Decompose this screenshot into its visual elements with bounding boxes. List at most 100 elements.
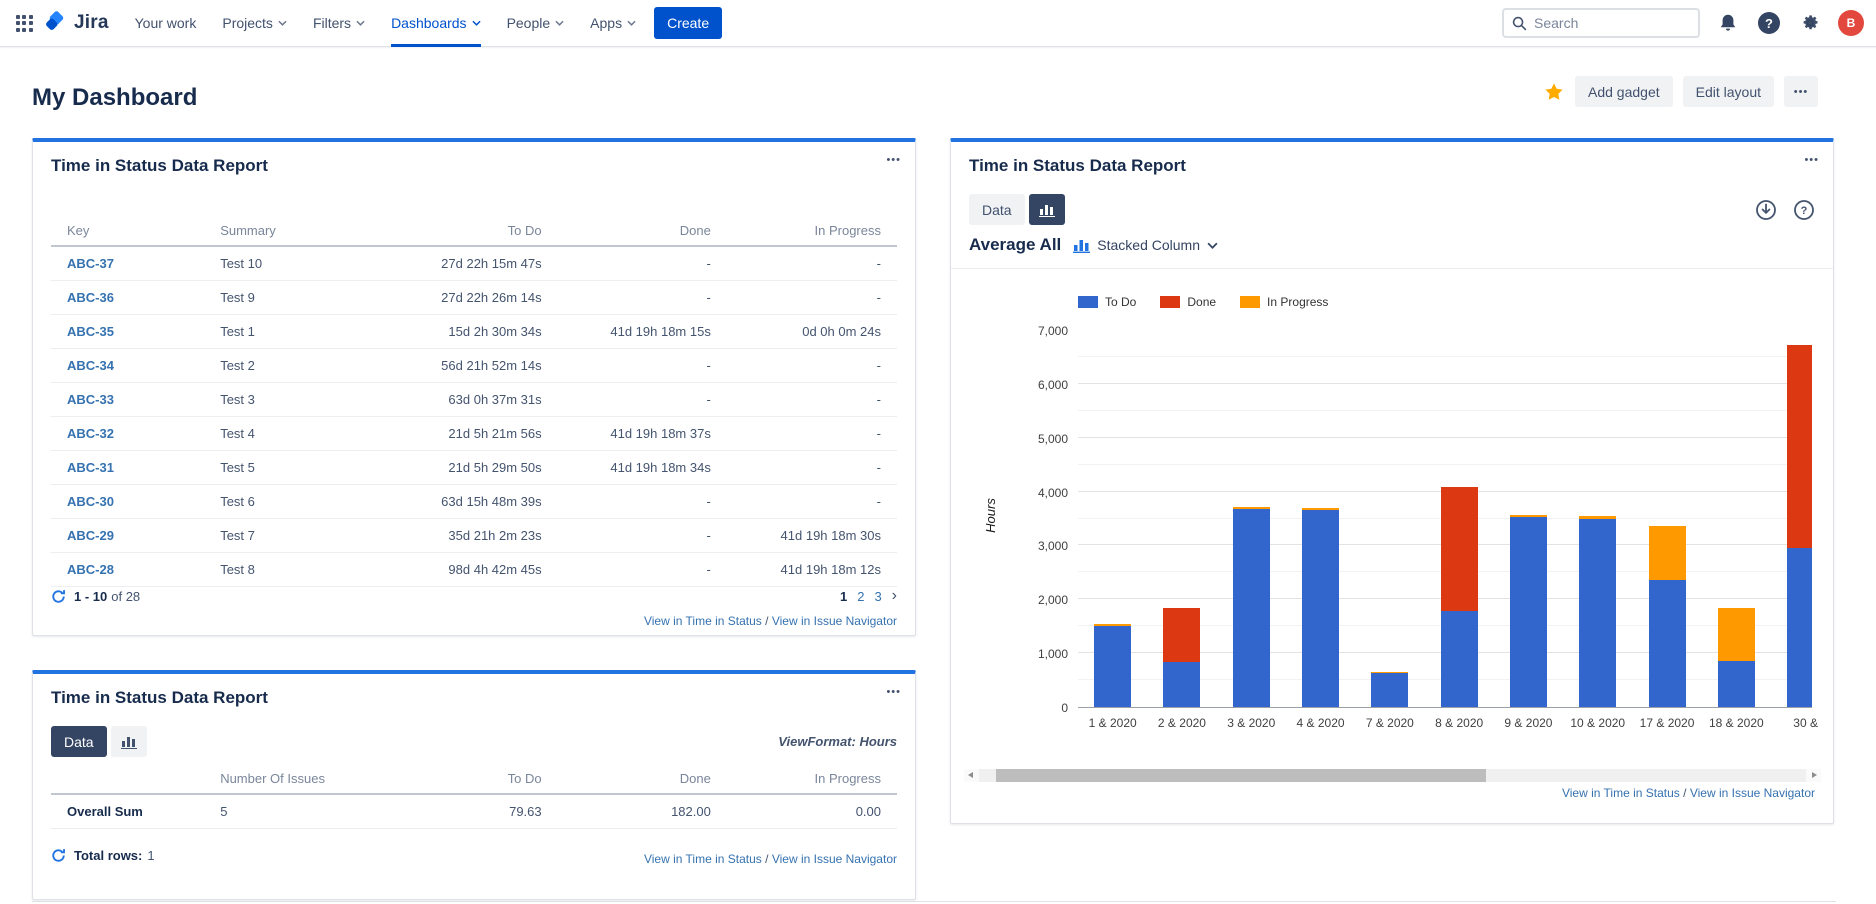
scroll-left-arrow[interactable] <box>964 769 979 782</box>
refresh-button[interactable] <box>51 848 66 863</box>
issue-key-link[interactable]: ABC-34 <box>51 349 220 383</box>
footer-link[interactable]: View in Issue Navigator <box>1690 786 1815 800</box>
gadget-more-button[interactable]: ••• <box>1804 154 1819 166</box>
download-button[interactable] <box>1755 199 1777 221</box>
scrollbar-thumb[interactable] <box>996 769 1486 782</box>
bar-segment-in-progress[interactable] <box>1371 672 1408 673</box>
bar-segment-to-do[interactable] <box>1302 510 1339 707</box>
footer-link[interactable]: View in Issue Navigator <box>772 852 897 866</box>
bar-segment-to-do[interactable] <box>1163 662 1200 707</box>
table-cell: 41d 19h 18m 30s <box>711 519 897 553</box>
refresh-button[interactable] <box>51 589 66 604</box>
table-cell: Test 4 <box>220 417 389 451</box>
nav-item-filters[interactable]: Filters <box>313 0 365 47</box>
table-cell: Test 2 <box>220 349 389 383</box>
table-cell: - <box>711 349 897 383</box>
column-header-key: Key <box>51 218 220 246</box>
issue-key-link[interactable]: ABC-30 <box>51 485 220 519</box>
help-button[interactable]: ? <box>1793 199 1815 221</box>
next-page-button[interactable]: › <box>892 588 897 604</box>
gear-icon <box>1800 13 1820 33</box>
svg-text:?: ? <box>1801 205 1808 217</box>
bar-segment-in-progress[interactable] <box>1649 526 1686 580</box>
table-row: ABC-37Test 1027d 22h 15m 47s-- <box>51 246 897 281</box>
tab-data[interactable]: Data <box>51 726 107 757</box>
issue-key-link[interactable]: ABC-37 <box>51 246 220 281</box>
nav-item-people[interactable]: People <box>507 0 565 47</box>
edit-layout-button[interactable]: Edit layout <box>1683 76 1774 107</box>
link-separator: / <box>1680 786 1690 800</box>
nav-item-apps[interactable]: Apps <box>590 0 636 47</box>
chart-type-dropdown[interactable]: Stacked Column <box>1073 237 1218 253</box>
issue-key-link[interactable]: ABC-35 <box>51 315 220 349</box>
gridline <box>1078 356 1812 357</box>
bar-segment-to-do[interactable] <box>1787 548 1812 707</box>
bar-segment-in-progress[interactable] <box>1579 516 1616 518</box>
search-box[interactable] <box>1502 8 1700 38</box>
avatar[interactable]: B <box>1838 10 1864 36</box>
nav-item-dashboards[interactable]: Dashboards <box>391 0 481 47</box>
issue-key-link[interactable]: ABC-32 <box>51 417 220 451</box>
bar-segment-to-do[interactable] <box>1510 517 1547 707</box>
issue-key-link[interactable]: ABC-33 <box>51 383 220 417</box>
tab-chart[interactable] <box>111 726 147 757</box>
tab-chart[interactable] <box>1029 194 1065 225</box>
issue-key-link[interactable]: ABC-31 <box>51 451 220 485</box>
bar-segment-to-do[interactable] <box>1441 611 1478 707</box>
table-cell: - <box>711 417 897 451</box>
nav-item-your-work[interactable]: Your work <box>135 0 197 47</box>
gridline <box>1078 383 1812 384</box>
bar-segment-to-do[interactable] <box>1233 509 1270 707</box>
page-link-2[interactable]: 2 <box>857 589 864 604</box>
footer-link[interactable]: View in Issue Navigator <box>772 614 897 628</box>
bar-segment-in-progress[interactable] <box>1233 507 1270 509</box>
bar-segment-to-do[interactable] <box>1371 673 1408 707</box>
table-cell: Test 7 <box>220 519 389 553</box>
bar-segment-done[interactable] <box>1163 608 1200 662</box>
bar-segment-to-do[interactable] <box>1094 626 1131 707</box>
scrollbar-track[interactable] <box>979 769 1806 782</box>
issue-key-link[interactable]: ABC-36 <box>51 281 220 315</box>
app-switcher-button[interactable] <box>10 9 38 37</box>
table-cell: 27d 22h 15m 47s <box>389 246 541 281</box>
scroll-right-arrow[interactable] <box>1806 769 1821 782</box>
create-button[interactable]: Create <box>654 7 722 39</box>
page-link-3[interactable]: 3 <box>874 589 881 604</box>
settings-button[interactable] <box>1797 10 1823 36</box>
bar-segment-to-do[interactable] <box>1579 519 1616 708</box>
bar-segment-done[interactable] <box>1441 487 1478 611</box>
bar-segment-in-progress[interactable] <box>1302 508 1339 510</box>
bar-segment-done[interactable] <box>1787 345 1812 548</box>
issue-key-link[interactable]: ABC-29 <box>51 519 220 553</box>
gadget-more-button[interactable]: ••• <box>886 154 901 166</box>
search-input[interactable] <box>1534 15 1690 31</box>
bar-segment-to-do[interactable] <box>1649 580 1686 707</box>
x-tick-label: 18 & 2020 <box>1702 716 1771 730</box>
bar-segment-in-progress[interactable] <box>1718 608 1755 661</box>
bar-segment-to-do[interactable] <box>1718 661 1755 707</box>
table-cell: - <box>542 485 711 519</box>
sum-todo: 79.63 <box>389 794 541 829</box>
help-button[interactable]: ? <box>1756 10 1782 36</box>
gadget-more-button[interactable]: ••• <box>886 686 901 698</box>
gadget-time-in-status-table: Time in Status Data Report ••• Key Summa… <box>32 138 916 636</box>
bar-segment-in-progress[interactable] <box>1510 515 1547 517</box>
footer-link[interactable]: View in Time in Status <box>644 614 762 628</box>
jira-logo[interactable]: Jira <box>44 11 109 35</box>
bar-segment-in-progress[interactable] <box>1094 624 1131 626</box>
favorite-star-button[interactable] <box>1543 81 1565 103</box>
y-axis-labels: 01,0002,0003,0004,0005,0006,0007,000 <box>951 331 1068 708</box>
dashboard-more-button[interactable]: ••• <box>1784 76 1818 107</box>
page-link-1[interactable]: 1 <box>840 589 847 604</box>
notifications-button[interactable] <box>1715 10 1741 36</box>
issue-key-link[interactable]: ABC-28 <box>51 553 220 587</box>
tab-data[interactable]: Data <box>969 194 1025 225</box>
nav-item-projects[interactable]: Projects <box>222 0 287 47</box>
add-gadget-button[interactable]: Add gadget <box>1575 76 1673 107</box>
footer-link[interactable]: View in Time in Status <box>644 852 762 866</box>
total-rows-bar: Total rows: 1 <box>51 848 155 863</box>
legend-swatch <box>1078 296 1098 308</box>
table-cell: 41d 19h 18m 34s <box>542 451 711 485</box>
legend-item-done: Done <box>1160 295 1216 309</box>
footer-link[interactable]: View in Time in Status <box>1562 786 1680 800</box>
